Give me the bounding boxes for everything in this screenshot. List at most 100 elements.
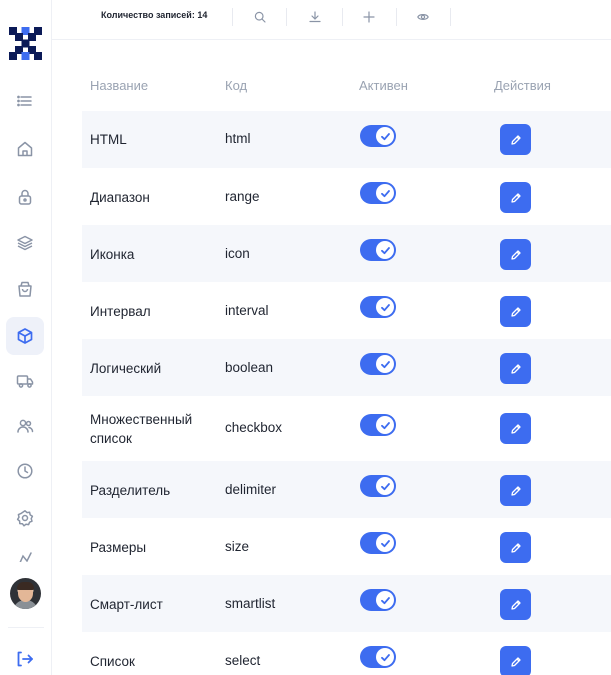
toolbar-divider	[450, 8, 451, 26]
shopping-bag-icon[interactable]	[6, 270, 44, 308]
row-name-line-1: Множественный	[90, 412, 193, 427]
table-row: HTML html	[82, 111, 611, 168]
row-code: range	[225, 189, 260, 204]
active-toggle[interactable]	[360, 475, 396, 497]
row-name: Список	[90, 654, 135, 669]
pencil-icon	[510, 249, 521, 260]
lock-icon[interactable]	[6, 178, 44, 216]
check-icon	[376, 416, 394, 434]
row-code: size	[225, 539, 250, 554]
eye-icon[interactable]	[414, 8, 432, 26]
settings-icon[interactable]	[6, 499, 44, 537]
chart-icon[interactable]	[6, 540, 44, 562]
check-icon	[376, 355, 394, 373]
table-row: Размеры size	[82, 518, 611, 575]
row-code: boolean	[225, 360, 274, 375]
row-code: checkbox	[225, 420, 283, 435]
check-icon	[376, 534, 394, 552]
row-name: Интервал	[90, 304, 151, 319]
row-name: HTML	[90, 132, 127, 147]
row-code: icon	[225, 246, 250, 261]
cube-icon[interactable]	[6, 317, 44, 355]
pencil-icon	[510, 485, 521, 496]
toolbar-divider	[342, 8, 343, 26]
pencil-icon	[510, 423, 521, 434]
users-icon[interactable]	[6, 407, 44, 445]
plus-icon[interactable]	[360, 8, 378, 26]
pencil-icon	[510, 599, 521, 610]
sidebar	[0, 0, 52, 675]
pencil-icon	[510, 192, 521, 203]
row-name: Иконка	[90, 247, 135, 262]
truck-icon[interactable]	[6, 362, 44, 400]
table-row: Разделитель delimiter	[82, 461, 611, 518]
logo-icon[interactable]	[9, 27, 42, 60]
download-icon[interactable]	[306, 8, 324, 26]
avatar[interactable]	[10, 578, 41, 609]
check-icon	[376, 591, 394, 609]
row-code: delimiter	[225, 482, 277, 497]
active-toggle[interactable]	[360, 239, 396, 261]
pencil-icon	[510, 306, 521, 317]
pencil-icon	[510, 656, 521, 667]
active-toggle[interactable]	[360, 353, 396, 375]
edit-button[interactable]	[500, 124, 531, 155]
edit-button[interactable]	[500, 532, 531, 563]
active-toggle[interactable]	[360, 414, 396, 436]
pencil-icon	[510, 134, 521, 145]
table-row: Интервал interval	[82, 282, 611, 339]
sidebar-divider	[8, 627, 44, 628]
table-row: Логический boolean	[82, 339, 611, 396]
check-icon	[376, 184, 394, 202]
row-code: smartlist	[225, 596, 276, 611]
edit-button[interactable]	[500, 239, 531, 270]
toolbar-divider	[286, 8, 287, 26]
records-count: Количество записей: 14	[101, 10, 208, 20]
column-header-name[interactable]: Название	[90, 78, 148, 93]
pencil-icon	[510, 542, 521, 553]
row-name-line-2: список	[90, 431, 132, 446]
edit-button[interactable]	[500, 475, 531, 506]
column-header-active[interactable]: Активен	[359, 78, 408, 93]
active-toggle[interactable]	[360, 125, 396, 147]
clock-icon[interactable]	[6, 452, 44, 490]
logout-icon[interactable]	[6, 640, 44, 675]
row-name: Размеры	[90, 540, 147, 555]
table-row: Иконка icon	[82, 225, 611, 282]
check-icon	[376, 477, 394, 495]
search-icon[interactable]	[251, 8, 269, 26]
table-row: Множественный список checkbox	[82, 396, 611, 461]
table-header: Название Код Активен Действия	[82, 60, 611, 111]
check-icon	[376, 241, 394, 259]
table-row: Диапазон range	[82, 168, 611, 225]
menu-icon[interactable]	[6, 82, 44, 120]
edit-button[interactable]	[500, 413, 531, 444]
edit-button[interactable]	[500, 646, 531, 675]
row-name: Смарт-лист	[90, 597, 163, 612]
active-toggle[interactable]	[360, 589, 396, 611]
column-header-actions: Действия	[494, 78, 551, 93]
edit-button[interactable]	[500, 353, 531, 384]
active-toggle[interactable]	[360, 646, 396, 668]
row-name: Диапазон	[90, 190, 150, 205]
table-row: Смарт-лист smartlist	[82, 575, 611, 632]
edit-button[interactable]	[500, 296, 531, 327]
active-toggle[interactable]	[360, 296, 396, 318]
layers-icon[interactable]	[6, 224, 44, 262]
edit-button[interactable]	[500, 182, 531, 213]
row-name: Разделитель	[90, 483, 171, 498]
check-icon	[376, 127, 394, 145]
edit-button[interactable]	[500, 589, 531, 620]
toolbar: Количество записей: 14	[52, 0, 611, 40]
column-header-code[interactable]: Код	[225, 78, 247, 93]
active-toggle[interactable]	[360, 182, 396, 204]
pencil-icon	[510, 363, 521, 374]
toolbar-divider	[232, 8, 233, 26]
row-code: select	[225, 653, 261, 668]
home-icon[interactable]	[6, 130, 44, 168]
data-table: Название Код Активен Действия HTML html …	[82, 60, 611, 675]
row-code: interval	[225, 303, 269, 318]
active-toggle[interactable]	[360, 532, 396, 554]
row-name: Логический	[90, 361, 162, 376]
table-row: Список select	[82, 632, 611, 675]
